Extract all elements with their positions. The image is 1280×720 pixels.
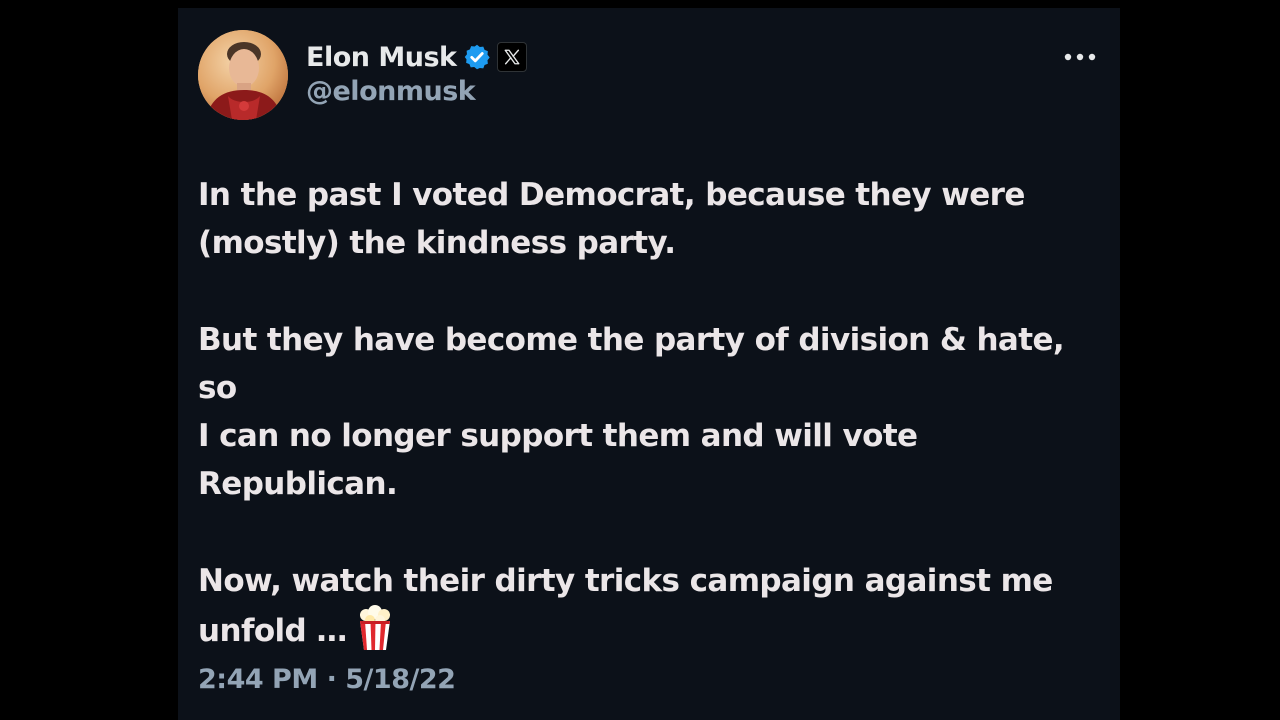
author-display-name[interactable]: Elon Musk [306, 42, 457, 73]
tweet-text: In the past I voted Democrat, because th… [198, 171, 1108, 704]
author-handle[interactable]: @elonmusk [306, 76, 476, 107]
popcorn-icon [357, 605, 393, 651]
more-horizontal-icon [1064, 53, 1096, 61]
tweet-timestamp[interactable]: 2:44 PM · 5/18/22 [198, 664, 456, 695]
tweet-paragraph-text: Now, watch their dirty tricks campaign a… [198, 563, 1053, 649]
tweet-paragraph: But they have become the party of divisi… [198, 322, 1065, 502]
author-name-row: Elon Musk [306, 40, 527, 74]
verified-badge-icon [463, 43, 491, 71]
more-options-button[interactable] [1058, 40, 1102, 74]
tweet-card: Elon Musk @elonmusk In the past I voted … [178, 8, 1120, 720]
avatar-photo [198, 30, 288, 120]
tweet-paragraph: In the past I voted Democrat, because th… [198, 177, 1025, 261]
x-logo-icon[interactable] [496, 42, 527, 72]
avatar[interactable] [198, 30, 288, 120]
tweet-paragraph-last: Now, watch their dirty tricks campaign a… [198, 557, 1108, 655]
